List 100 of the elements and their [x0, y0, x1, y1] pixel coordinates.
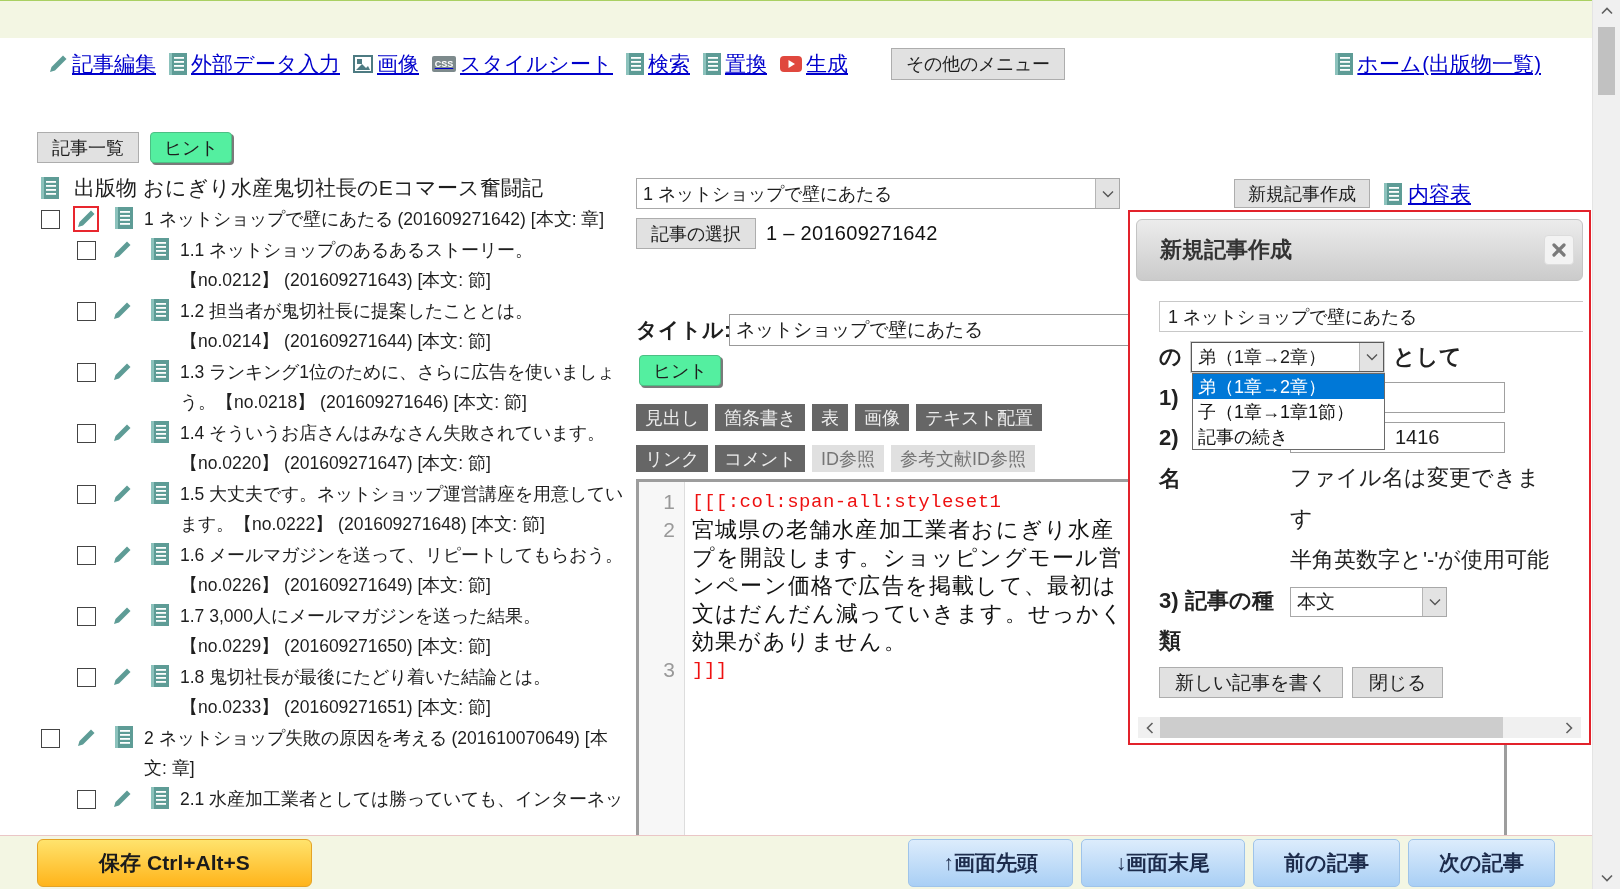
nav-link[interactable]: 生成	[780, 50, 848, 78]
checkbox[interactable]	[77, 484, 96, 504]
play-icon	[780, 56, 802, 72]
document-icon[interactable]	[151, 359, 169, 382]
home-link[interactable]: ホーム(出版物一覧)	[1335, 50, 1541, 78]
more-menu-button[interactable]: その他のメニュー	[891, 48, 1065, 80]
code-line: [[[:col:span-all:styleset1	[692, 490, 1002, 515]
document-icon	[169, 53, 187, 75]
horizontal-scrollbar[interactable]	[1138, 717, 1581, 738]
toolbar-button[interactable]: テキスト配置	[916, 404, 1042, 431]
article-entry-text: 1.2 担当者が鬼切社長に提案したこととは。【no.0214】 (201609271644) [本文: 節]	[180, 299, 535, 353]
scroll-right-icon[interactable]	[1565, 721, 1573, 734]
picture-icon	[353, 55, 373, 73]
scroll-down-icon[interactable]	[1600, 874, 1613, 882]
vertical-scrollbar[interactable]	[1592, 0, 1620, 889]
new-article-button[interactable]: 新規記事作成	[1234, 179, 1370, 208]
article-entry-text: 1.6 メールマガジンを送って、リピートしてもらおう。【no.0226】 (201609271649) [本文: 節]	[180, 543, 625, 597]
document-icon[interactable]	[151, 420, 169, 443]
page-nav-button[interactable]: ↑画面先頭	[908, 838, 1073, 887]
article-entry-text: 2 ネットショップ失敗の原因を考える (201610070649) [本文: 章]	[144, 726, 609, 780]
relation-prefix: の	[1159, 343, 1182, 371]
toc-link[interactable]: 内容表	[1384, 179, 1471, 208]
type-select[interactable]: 本文	[1290, 587, 1447, 617]
toolbar-button[interactable]: リンク	[636, 445, 708, 472]
document-icon[interactable]	[151, 603, 169, 626]
hint-button[interactable]: ヒント	[639, 355, 721, 386]
checkbox[interactable]	[77, 606, 96, 626]
code-line: 文はだんだん減っていきます。せっかく	[692, 601, 1125, 628]
dropdown-option[interactable]: 弟（1章→2章）	[1193, 374, 1384, 399]
code-line: ]]]	[692, 658, 728, 683]
article-list-button[interactable]: 記事一覧	[37, 132, 139, 163]
relation-suffix: として	[1393, 343, 1462, 371]
toolbar-button[interactable]: 画像	[855, 404, 909, 431]
article-select[interactable]: 1 ネットショップで壁にあたる	[636, 178, 1120, 209]
field-label: 1)	[1159, 384, 1179, 412]
toolbar-button[interactable]: 表	[812, 404, 848, 431]
article-entry-text: 1.1 ネットショップのあるあるストーリー。【no.0212】 (201609271643) [本文: 節]	[180, 238, 535, 292]
document-icon[interactable]	[151, 542, 169, 565]
chevron-down-icon	[1428, 598, 1441, 606]
checkbox[interactable]	[77, 423, 96, 443]
scroll-left-icon[interactable]	[1146, 721, 1154, 734]
nav-link[interactable]: 置換	[703, 50, 767, 78]
article-entry-text: 1.8 鬼切社長が最後にたどり着いた結論とは。【no.0233】 (201609271651) [本文: 節]	[180, 665, 553, 719]
page-nav-button[interactable]: 前の記事	[1253, 838, 1400, 887]
document-icon[interactable]	[151, 664, 169, 687]
dialog-title: 新規記事作成	[1160, 236, 1292, 264]
toolbar-button[interactable]: 見出し	[636, 404, 708, 431]
toolbar-button[interactable]: 箇条書き	[715, 404, 805, 431]
article-entry-text: 1.5 大丈夫です。ネットショップ運営講座を用意しています。【no.0222】 (201609271648) [本文: 節]	[180, 482, 625, 536]
code-line: 効果がありません。	[692, 629, 907, 656]
select-article-button[interactable]: 記事の選択	[636, 218, 756, 249]
nav-link[interactable]: 記事編集	[48, 50, 156, 78]
nav-link[interactable]: CSS スタイルシート	[432, 50, 613, 78]
page-nav-button[interactable]: 次の記事	[1408, 838, 1555, 887]
nav-link[interactable]: 外部データ入力	[169, 50, 340, 78]
document-icon[interactable]	[115, 207, 133, 229]
nav-link[interactable]: 画像	[353, 50, 419, 78]
article-entry-text: 1.3 ランキング1位のために、さらに広告を使いましょう。【no.0218】 (201609271646) [本文: 節]	[180, 360, 616, 414]
article-id: 1 – 201609271642	[766, 222, 938, 245]
checkbox[interactable]	[77, 362, 96, 382]
checkbox[interactable]	[77, 545, 96, 565]
write-article-button[interactable]: 新しい記事を書く	[1159, 667, 1343, 698]
close-button[interactable]	[1544, 235, 1574, 265]
checkbox[interactable]	[41, 210, 60, 229]
article-entry-text: 1.4 そういうお店さんはみなさん失敗されています。【no.0220】 (201609271647) [本文: 節]	[180, 421, 607, 475]
pencil-icon	[48, 54, 68, 74]
code-line: ンペーン価格で広告を掲載して、最初は	[692, 573, 1118, 600]
code-line: プを開設します。ショッピングモール営	[692, 545, 1123, 572]
close-icon	[1552, 243, 1566, 257]
hint-button[interactable]: ヒント	[150, 132, 232, 163]
checkbox[interactable]	[77, 240, 96, 260]
line-number: 1	[662, 489, 676, 515]
document-icon	[41, 176, 59, 199]
close-dialog-button[interactable]: 閉じる	[1352, 667, 1443, 698]
line-number: 2	[662, 517, 676, 543]
checkbox[interactable]	[77, 667, 96, 687]
document-icon[interactable]	[151, 298, 169, 321]
toolbar-button[interactable]: コメント	[715, 445, 805, 472]
scroll-up-icon[interactable]	[1600, 7, 1613, 15]
stylesheet-icon: CSS	[432, 56, 456, 72]
relation-select[interactable]: 弟（1章→2章）	[1191, 342, 1384, 372]
document-icon[interactable]	[151, 237, 169, 260]
document-icon[interactable]	[115, 725, 133, 748]
checkbox[interactable]	[77, 789, 96, 809]
article-entry-text: 1.7 3,000人にメールマガジンを送った結果。【no.0229】 (201609271650) [本文: 節]	[180, 604, 542, 658]
scrollbar-thumb[interactable]	[1598, 27, 1615, 95]
publication-title: 出版物 おにぎり水産鬼切社長のEコマース奮闘記	[74, 174, 543, 201]
document-icon[interactable]	[151, 481, 169, 504]
checkbox[interactable]	[41, 728, 60, 748]
document-icon	[1384, 182, 1402, 205]
document-icon	[703, 53, 721, 75]
checkbox[interactable]	[77, 301, 96, 321]
page-nav-button[interactable]: ↓画面末尾	[1081, 838, 1245, 887]
code-line: 宮城県の老舗水産加工業者おにぎり水産	[692, 517, 1115, 544]
scrollbar-thumb[interactable]	[1160, 717, 1503, 738]
save-button[interactable]: 保存 Ctrl+Alt+S	[37, 838, 312, 887]
document-icon[interactable]	[151, 786, 169, 809]
nav-link[interactable]: 検索	[626, 50, 690, 78]
pencil-icon[interactable]	[73, 206, 99, 232]
article-entry-text: 1 ネットショップで壁にあたる (201609271642) [本文: 章]	[144, 208, 606, 231]
